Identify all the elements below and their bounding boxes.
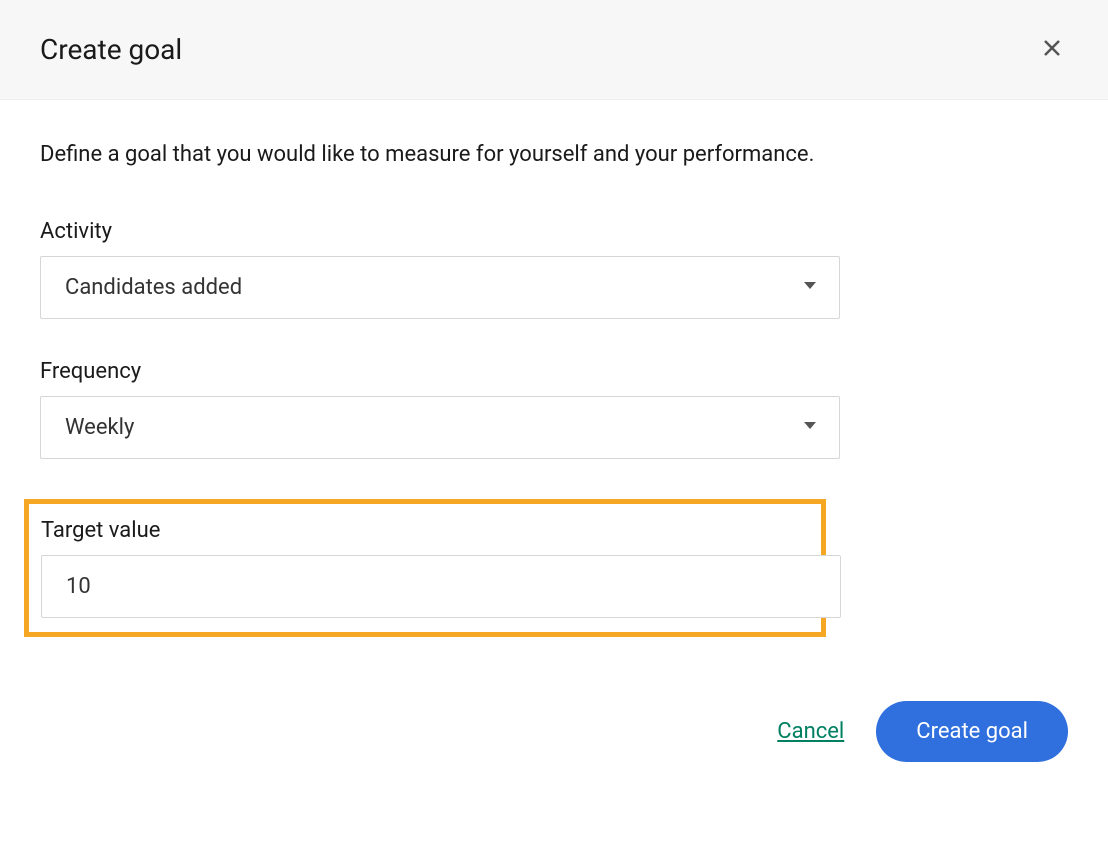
cancel-button[interactable]: Cancel	[777, 719, 844, 744]
dialog-description: Define a goal that you would like to mea…	[40, 140, 1068, 171]
activity-group: Activity Candidates added	[40, 219, 1068, 319]
activity-select[interactable]: Candidates added	[40, 256, 840, 319]
activity-label: Activity	[40, 219, 1068, 244]
frequency-label: Frequency	[40, 359, 1068, 384]
dialog-body: Define a goal that you would like to mea…	[0, 100, 1108, 637]
close-icon	[1040, 36, 1064, 63]
frequency-group: Frequency Weekly	[40, 359, 1068, 459]
dialog-footer: Cancel Create goal	[0, 677, 1108, 802]
frequency-select-wrapper: Weekly	[40, 396, 840, 459]
dialog-header: Create goal	[0, 0, 1108, 100]
target-value-input[interactable]	[41, 555, 841, 618]
target-value-group: Target value	[24, 499, 826, 637]
create-goal-button[interactable]: Create goal	[876, 701, 1068, 762]
target-value-label: Target value	[41, 518, 809, 543]
activity-select-wrapper: Candidates added	[40, 256, 840, 319]
close-button[interactable]	[1036, 32, 1068, 67]
dialog-title: Create goal	[40, 33, 182, 66]
frequency-select[interactable]: Weekly	[40, 396, 840, 459]
